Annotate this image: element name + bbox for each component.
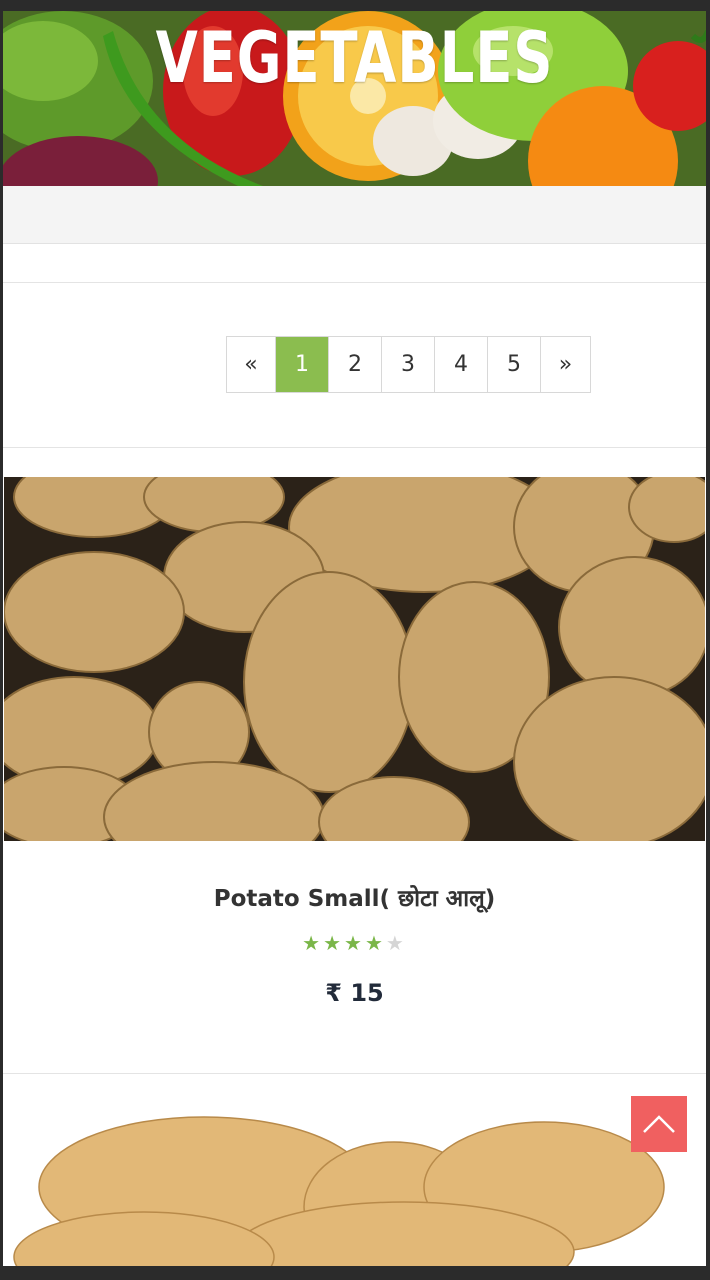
star-icon: ★ [323, 933, 345, 955]
page-title: VEGETABLES [155, 17, 554, 99]
star-icon: ★ [302, 933, 324, 955]
page: VEGETABLES « 1 2 3 4 5 » Potato Small(छ… [3, 11, 706, 1266]
product-price: ₹ 15 [325, 979, 384, 1007]
pagination-page-4[interactable]: 4 [435, 337, 488, 392]
product-title[interactable]: Potato Small( छोटा आलू) [3, 881, 706, 913]
pagination-next-button[interactable]: » [541, 337, 590, 392]
divider [3, 1073, 706, 1074]
screen: VEGETABLES « 1 2 3 4 5 » Potato Small(छ… [0, 0, 710, 1280]
scroll-to-top-button[interactable] [631, 1096, 687, 1152]
star-empty-icon: ★ [385, 933, 407, 955]
divider [3, 447, 706, 448]
divider [3, 282, 706, 283]
pagination: « 1 2 3 4 5 » [226, 336, 591, 393]
product-rating: ★★★★★ [3, 931, 706, 956]
potato-image [4, 477, 705, 841]
pagination-page-1[interactable]: 1 [276, 337, 329, 392]
potato-image [4, 1077, 705, 1266]
breadcrumb-bar [3, 186, 706, 244]
star-icon: ★ [364, 933, 386, 955]
pagination-page-2[interactable]: 2 [329, 337, 382, 392]
star-icon: ★ [344, 933, 365, 955]
chevron-up-icon [643, 1115, 675, 1133]
pagination-prev-button[interactable]: « [227, 337, 276, 392]
category-banner: VEGETABLES [3, 11, 706, 186]
product-image[interactable] [4, 1077, 705, 1266]
pagination-page-5[interactable]: 5 [488, 337, 541, 392]
pagination-page-3[interactable]: 3 [382, 337, 435, 392]
product-image[interactable] [4, 477, 705, 841]
